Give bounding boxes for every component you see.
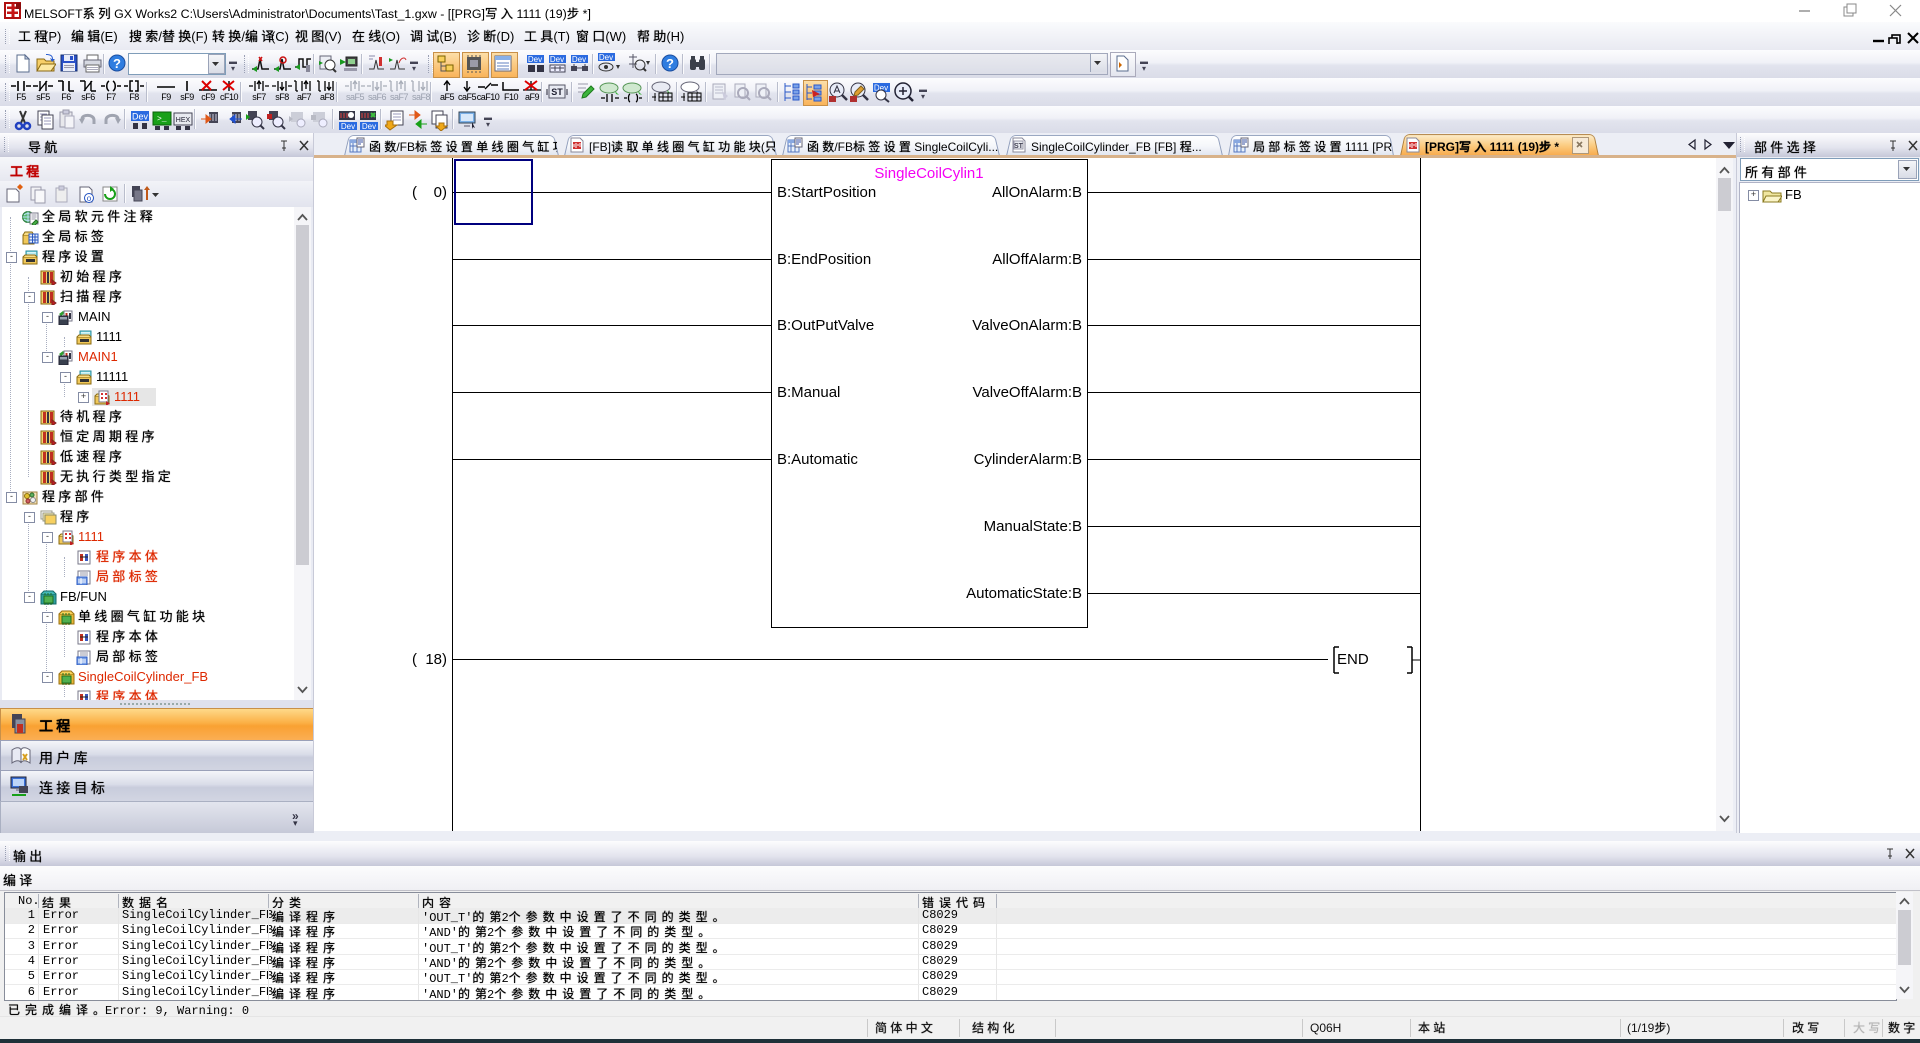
svg-text:?: ? <box>666 56 674 71</box>
svg-text:Dev: Dev <box>362 122 376 131</box>
svg-text:ST: ST <box>551 87 563 97</box>
svg-text:?: ? <box>113 56 121 71</box>
svg-text:Dev: Dev <box>341 122 355 131</box>
svg-text:ST: ST <box>1014 143 1024 150</box>
svg-text:o: o <box>87 194 92 203</box>
svg-text:Dev: Dev <box>528 55 542 64</box>
svg-text:HEX: HEX <box>176 117 191 124</box>
svg-text:Dev: Dev <box>132 112 149 122</box>
svg-text:Dev: Dev <box>550 55 564 64</box>
svg-text:>_: >_ <box>157 115 167 124</box>
svg-text:Dev: Dev <box>599 53 613 62</box>
svg-text:Dev: Dev <box>572 55 586 64</box>
